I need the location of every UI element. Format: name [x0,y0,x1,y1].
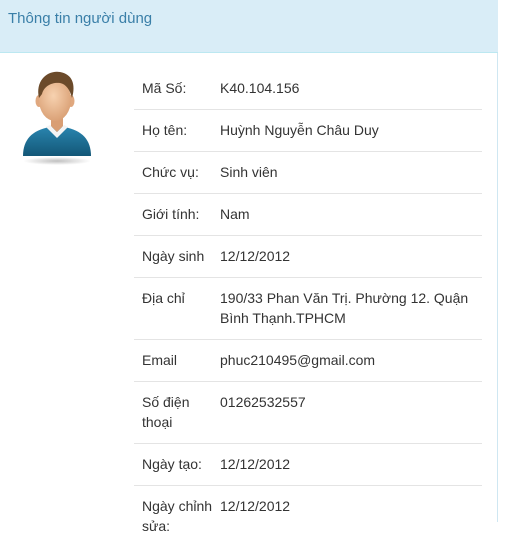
table-row: Ngày tạo: 12/12/2012 [134,444,482,486]
field-value: K40.104.156 [220,68,482,110]
field-label: Ngày chỉnh sửa: [134,486,220,547]
table-row: Mã Số: K40.104.156 [134,68,482,110]
table-row: Email phuc210495@gmail.com [134,340,482,382]
user-info-table: Mã Số: K40.104.156 Họ tên: Huỳnh Nguyễn … [134,68,482,547]
field-label: Giới tính: [134,194,220,236]
panel-header: Thông tin người dùng [0,0,498,53]
field-value: Sinh viên [220,152,482,194]
table-row: Ngày sinh 12/12/2012 [134,236,482,278]
field-value: 190/33 Phan Văn Trị. Phường 12. Quận Bìn… [220,278,482,340]
user-info-panel: Thông tin người dùng [0,0,498,522]
user-avatar-icon [20,68,94,166]
field-label: Ngày sinh [134,236,220,278]
field-value: 01262532557 [220,382,482,444]
table-row: Họ tên: Huỳnh Nguyễn Châu Duy [134,110,482,152]
table-row: Giới tính: Nam [134,194,482,236]
field-label: Mã Số: [134,68,220,110]
field-value: phuc210495@gmail.com [220,340,482,382]
field-label: Chức vụ: [134,152,220,194]
table-row: Ngày chỉnh sửa: 12/12/2012 [134,486,482,547]
field-value: Huỳnh Nguyễn Châu Duy [220,110,482,152]
table-row: Địa chỉ 190/33 Phan Văn Trị. Phường 12. … [134,278,482,340]
field-label: Email [134,340,220,382]
field-value: 12/12/2012 [220,486,482,547]
field-value: 12/12/2012 [220,236,482,278]
table-row: Chức vụ: Sinh viên [134,152,482,194]
field-label: Địa chỉ [134,278,220,340]
table-row: Số điện thoại 01262532557 [134,382,482,444]
field-value: Nam [220,194,482,236]
field-label: Họ tên: [134,110,220,152]
field-value: 12/12/2012 [220,444,482,486]
field-label: Ngày tạo: [134,444,220,486]
panel-title: Thông tin người dùng [8,10,152,27]
field-label: Số điện thoại [134,382,220,444]
